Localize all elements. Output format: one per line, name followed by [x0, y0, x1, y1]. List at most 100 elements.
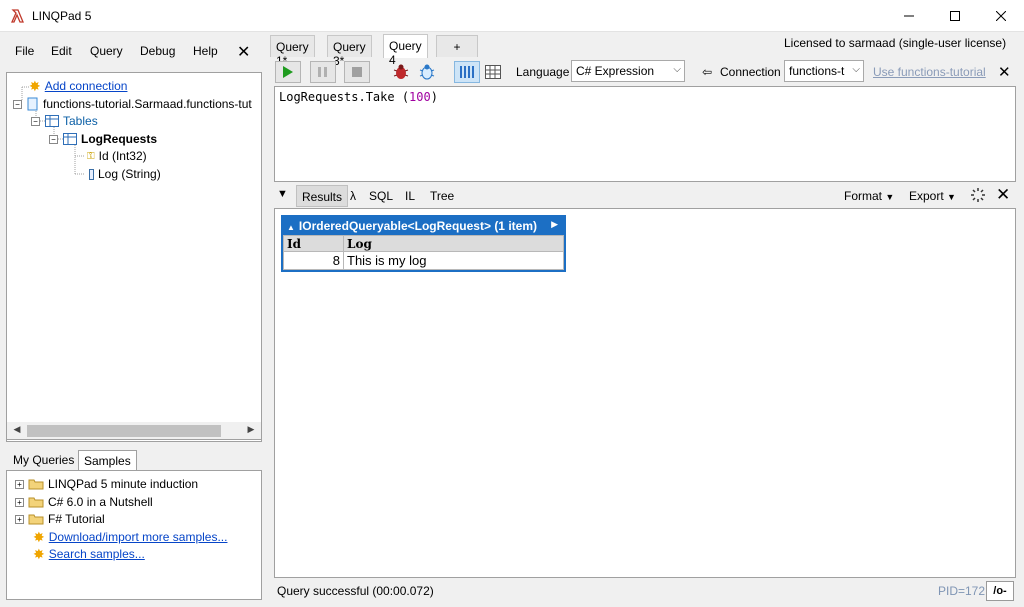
connection-label: Connection [720, 65, 781, 79]
table-row: 8 This is my log [283, 251, 564, 270]
table-label: LogRequests [81, 132, 158, 146]
dropdown-arrow-icon: ▼ [885, 192, 895, 202]
pause-icon [318, 67, 327, 77]
debug-button[interactable] [388, 61, 414, 83]
menu-query[interactable]: Query [90, 44, 123, 58]
menu-edit[interactable]: Edit [51, 44, 72, 58]
bug-outline-icon [419, 64, 435, 80]
table-node[interactable]: − LogRequests [49, 130, 157, 148]
connection-tree: ✸ Add connection − functions-tutorial.Sa… [6, 72, 262, 442]
expand-icon[interactable]: + [15, 479, 24, 489]
code-text: LogRequests.Take ( [279, 90, 410, 104]
sample-folder[interactable]: + C# 6.0 in a Nutshell [15, 493, 153, 511]
close-query-icon[interactable]: ✕ [998, 63, 1011, 81]
result-table-header[interactable]: ▲ IOrderedQueryable<LogRequest> (1 item) … [283, 217, 564, 235]
menu-debug[interactable]: Debug [140, 44, 175, 58]
sample-folder[interactable]: + LINQPad 5 minute induction [15, 475, 198, 493]
close-window-button[interactable] [978, 0, 1024, 32]
pid-label: PID=172 [938, 584, 986, 598]
new-query-tab-button[interactable]: + [436, 35, 478, 57]
results-panel: ▲ IOrderedQueryable<LogRequest> (1 item) … [274, 208, 1016, 578]
language-select[interactable]: C# Expression ⌵ [571, 60, 685, 82]
database-icon [27, 97, 38, 111]
tab-lambda[interactable]: λ [350, 189, 356, 203]
play-icon [283, 66, 293, 78]
tab-my-queries[interactable]: My Queries [8, 450, 79, 470]
tab-samples[interactable]: Samples [78, 450, 137, 470]
column-header-id[interactable]: Id [283, 235, 344, 252]
sample-folder[interactable]: + F# Tutorial [15, 510, 105, 528]
menu-help[interactable]: Help [193, 44, 218, 58]
tab-tree[interactable]: Tree [430, 189, 454, 203]
rich-text-results-button[interactable] [454, 61, 480, 83]
search-samples-item[interactable]: ✸ Search samples... [33, 545, 145, 563]
column-icon [89, 168, 94, 180]
tab-il[interactable]: IL [405, 189, 415, 203]
sample-label: C# 6.0 in a Nutshell [48, 495, 153, 509]
expand-right-icon[interactable]: ▶ [551, 219, 558, 230]
column-header-log[interactable]: Log [343, 235, 564, 252]
scroll-left-icon[interactable]: ◀ [9, 424, 25, 438]
tables-node[interactable]: − Tables [31, 112, 98, 130]
close-panel-icon[interactable]: ✕ [237, 42, 250, 62]
samples-tree: + LINQPad 5 minute induction + C# 6.0 in… [6, 470, 262, 600]
chevron-down-icon: ⌵ [852, 64, 860, 75]
tab-sql[interactable]: SQL [369, 189, 393, 203]
expand-icon[interactable]: + [15, 514, 24, 524]
stop-button[interactable] [344, 61, 370, 83]
stop-icon [352, 67, 362, 77]
connection-select[interactable]: functions-t ⌵ [784, 60, 864, 82]
collapse-icon[interactable]: − [13, 99, 22, 109]
download-samples-item[interactable]: ✸ Download/import more samples... [33, 528, 227, 546]
maximize-button[interactable] [932, 0, 978, 32]
run-button[interactable] [275, 61, 301, 83]
column-node[interactable]: Log (String) [89, 165, 161, 183]
query-editor[interactable]: LogRequests.Take (100) [274, 86, 1016, 182]
pause-button[interactable] [310, 61, 336, 83]
table-icon [45, 115, 59, 127]
linqpad-logo-icon [10, 9, 24, 23]
folder-icon [28, 479, 44, 490]
add-connection-link[interactable]: Add connection [45, 79, 128, 93]
status-bar: Query successful (00:00.072) PID=172 /o- [270, 580, 1020, 602]
result-table: ▲ IOrderedQueryable<LogRequest> (1 item) … [281, 215, 566, 272]
tab-query-4[interactable]: Query 4 [383, 34, 428, 67]
scroll-right-icon[interactable]: ▶ [243, 424, 259, 438]
collapse-icon[interactable]: − [31, 116, 40, 126]
scroll-thumb[interactable] [27, 425, 221, 437]
minimize-button[interactable] [886, 0, 932, 32]
tree-horizontal-scrollbar[interactable]: ◀ ▶ [6, 422, 262, 440]
connection-node[interactable]: − functions-tutorial.Sarmaad.functions-t… [13, 95, 252, 113]
tab-query-3[interactable]: Query 3* [327, 35, 372, 68]
data-grid-results-button[interactable] [480, 61, 506, 83]
search-samples-link[interactable]: Search samples... [49, 547, 145, 561]
folder-icon [28, 514, 44, 525]
download-samples-link[interactable]: Download/import more samples... [49, 530, 228, 544]
export-menu[interactable]: Export ▼ [909, 189, 956, 203]
cell-id: 8 [283, 251, 344, 270]
star-icon: ✸ [33, 545, 45, 562]
close-results-icon[interactable]: ✕ [996, 185, 1010, 205]
results-toolbar: ▼ Results λ SQL IL Tree Format ▼ Export … [270, 184, 1020, 208]
connection-arrow-icon: ⇦ [702, 65, 713, 79]
maximize-icon [950, 11, 960, 21]
panel-splitter[interactable] [264, 36, 270, 607]
bottom-tab-strip: My Queries Samples [6, 448, 262, 470]
window-title: LINQPad 5 [32, 9, 92, 23]
collapse-table-icon[interactable]: ▲ [287, 223, 295, 232]
key-icon: ⚿ [87, 150, 95, 162]
format-menu[interactable]: Format ▼ [844, 189, 894, 203]
column-node[interactable]: ⚿ Id (Int32) [87, 147, 147, 165]
code-number: 100 [409, 90, 431, 104]
collapse-results-icon[interactable]: ▼ [277, 188, 288, 200]
tab-query-1[interactable]: Query 1* [270, 35, 315, 68]
collapse-icon[interactable]: − [49, 134, 58, 144]
use-connection-link[interactable]: Use functions-tutorial [873, 65, 986, 79]
export-label: Export [909, 189, 944, 203]
add-connection-item[interactable]: ✸ Add connection [29, 77, 127, 95]
menu-file[interactable]: File [15, 44, 34, 58]
expand-icon[interactable]: + [15, 497, 24, 507]
tab-results[interactable]: Results [296, 185, 349, 207]
debug-alt-button[interactable] [414, 61, 440, 83]
process-button[interactable]: /o- [986, 581, 1014, 601]
